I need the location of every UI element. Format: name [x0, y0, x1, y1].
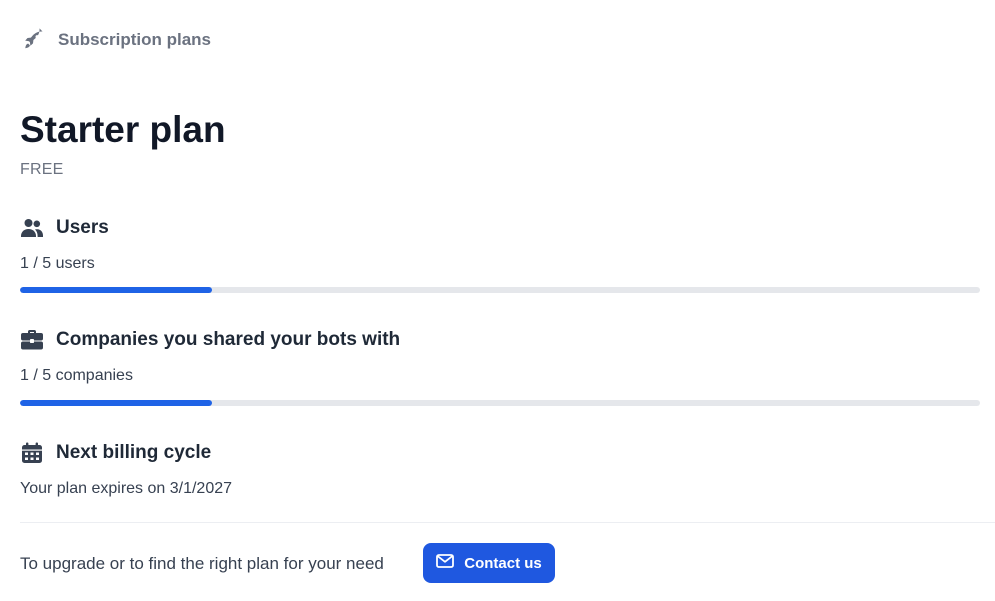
rocket-icon: [22, 28, 46, 52]
contact-us-button[interactable]: Contact us: [423, 543, 555, 583]
users-progress-bar: [20, 287, 980, 293]
users-section: Users 1 / 5 users: [20, 216, 980, 274]
companies-count: 1 / 5 companies: [20, 367, 133, 384]
page-title: Starter plan: [20, 109, 226, 150]
users-count: 1 / 5 users: [20, 255, 95, 272]
mail-icon: [436, 554, 455, 572]
companies-section: Companies you shared your bots with 1 / …: [20, 328, 980, 386]
companies-progress-bar: [20, 400, 980, 406]
billing-section: Next billing cycle Your plan expires on …: [20, 441, 980, 499]
users-icon: [20, 216, 44, 240]
calendar-icon: [20, 441, 44, 465]
contact-us-label[interactable]: Contact us: [464, 555, 542, 572]
divider: [20, 522, 995, 523]
breadcrumb-label[interactable]: Subscription plans: [58, 30, 211, 50]
billing-expiry: Your plan expires on 3/1/2027: [20, 480, 233, 497]
companies-title: Companies you shared your bots with: [56, 329, 401, 350]
companies-progress-fill: [20, 400, 212, 406]
users-title: Users: [56, 217, 109, 238]
plan-price: FREE: [20, 161, 64, 178]
billing-title: Next billing cycle: [56, 442, 212, 463]
breadcrumb[interactable]: Subscription plans: [22, 28, 211, 52]
users-progress-fill: [20, 287, 212, 293]
upgrade-text: To upgrade or to find the right plan for…: [20, 554, 384, 573]
briefcase-icon: [20, 328, 44, 352]
